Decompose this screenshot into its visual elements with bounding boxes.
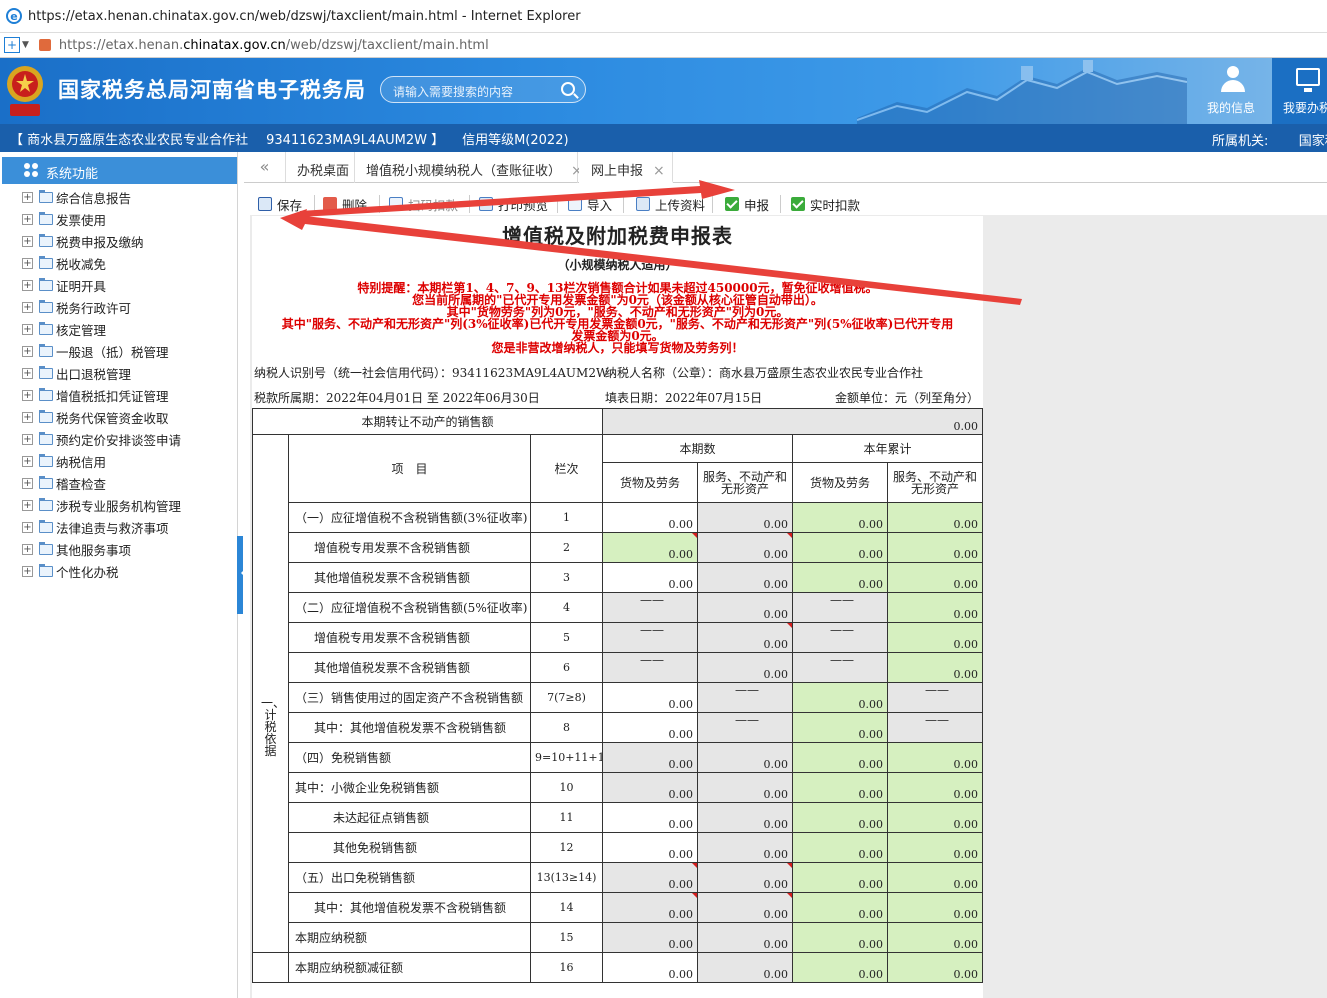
annotation-arrows [280, 180, 1022, 305]
arrow-to-save [280, 209, 1022, 305]
arrow-to-declare [300, 180, 735, 217]
